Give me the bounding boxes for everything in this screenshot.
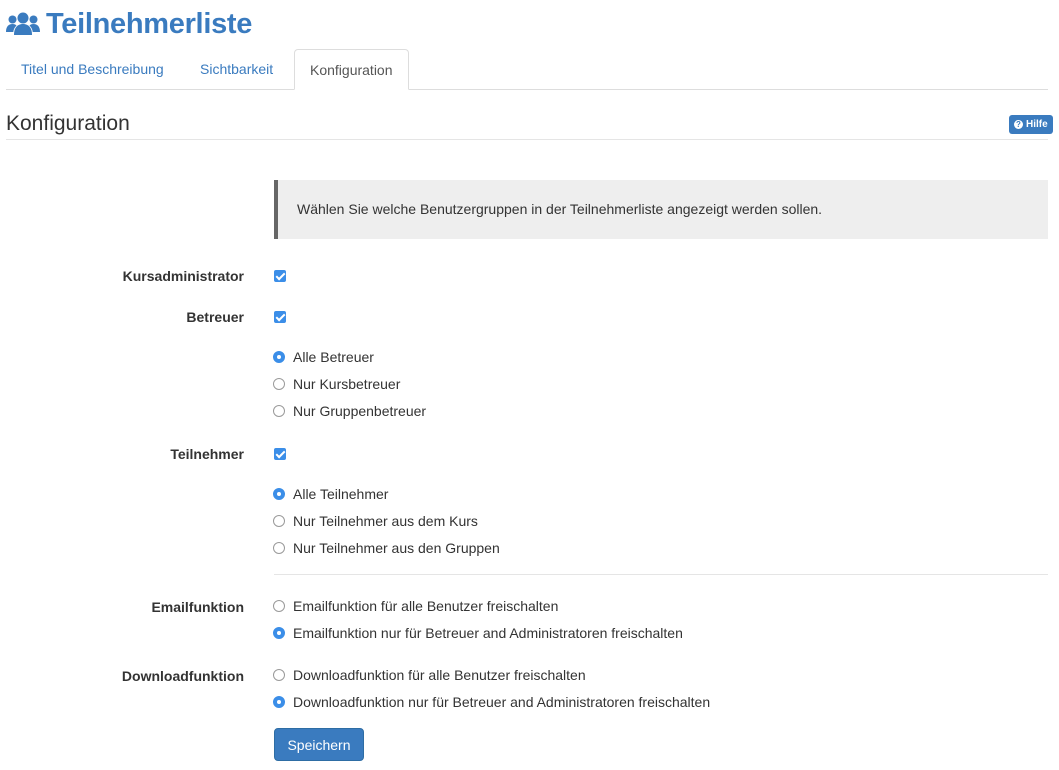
radio-button[interactable] xyxy=(273,405,285,417)
radio-label: Nur Teilnehmer aus dem Kurs xyxy=(293,513,478,529)
question-icon: ? xyxy=(1014,120,1023,129)
radio-label: Nur Gruppenbetreuer xyxy=(293,403,427,419)
radio-label: Alle Betreuer xyxy=(293,349,374,365)
kursadmin-checkbox[interactable] xyxy=(274,270,286,282)
radio-button[interactable] xyxy=(273,488,285,500)
help-label: Hilfe xyxy=(1026,119,1048,130)
users-icon xyxy=(6,12,40,35)
section-title: Konfiguration xyxy=(6,112,130,135)
teilnehmer-label: Teilnehmer xyxy=(170,446,244,462)
radio-label: Downloadfunktion für alle Benutzer freis… xyxy=(293,667,586,683)
radio-button[interactable] xyxy=(273,696,285,708)
radio-label: Nur Kursbetreuer xyxy=(293,376,401,392)
radio-alle-betreuer[interactable]: Alle Betreuer xyxy=(273,349,374,365)
form-divider xyxy=(274,574,1048,575)
tab-titel-und-beschreibung[interactable]: Titel und Beschreibung xyxy=(6,49,179,89)
radio-label: Emailfunktion für alle Benutzer freischa… xyxy=(293,598,559,614)
radio-nur-teilnehmer-kurs[interactable]: Nur Teilnehmer aus dem Kurs xyxy=(273,513,478,529)
tab-konfiguration[interactable]: Konfiguration xyxy=(294,49,409,90)
radio-nur-kursbetreuer[interactable]: Nur Kursbetreuer xyxy=(273,376,400,392)
radio-button[interactable] xyxy=(273,627,285,639)
teilnehmer-checkbox[interactable] xyxy=(274,448,286,460)
radio-button[interactable] xyxy=(273,669,285,681)
tab-bar: Titel und Beschreibung Sichtbarkeit Konf… xyxy=(6,49,1048,90)
radio-button[interactable] xyxy=(273,542,285,554)
radio-email-alle[interactable]: Emailfunktion für alle Benutzer freischa… xyxy=(273,598,558,614)
section-divider xyxy=(6,139,1048,140)
info-box: Wählen Sie welche Benutzergruppen in der… xyxy=(274,180,1048,239)
radio-label: Nur Teilnehmer aus den Gruppen xyxy=(293,540,500,556)
help-button[interactable]: ? Hilfe xyxy=(1009,115,1053,134)
radio-label: Emailfunktion nur für Betreuer and Admin… xyxy=(293,625,683,641)
radio-button[interactable] xyxy=(273,600,285,612)
tab-sichtbarkeit[interactable]: Sichtbarkeit xyxy=(185,49,288,89)
save-button[interactable]: Speichern xyxy=(274,728,364,761)
betreuer-label: Betreuer xyxy=(186,309,244,325)
page-title: Teilnehmerliste xyxy=(46,7,253,40)
radio-label: Alle Teilnehmer xyxy=(293,486,389,502)
emailfunktion-label: Emailfunktion xyxy=(151,599,244,615)
radio-button[interactable] xyxy=(273,515,285,527)
radio-button[interactable] xyxy=(273,351,285,363)
radio-download-betreuer-admins[interactable]: Downloadfunktion nur für Betreuer and Ad… xyxy=(273,694,710,710)
downloadfunktion-label: Downloadfunktion xyxy=(121,668,244,684)
radio-email-betreuer-admins[interactable]: Emailfunktion nur für Betreuer and Admin… xyxy=(273,625,683,641)
radio-label: Downloadfunktion nur für Betreuer and Ad… xyxy=(293,694,711,710)
radio-nur-teilnehmer-gruppen[interactable]: Nur Teilnehmer aus den Gruppen xyxy=(273,540,500,556)
radio-alle-teilnehmer[interactable]: Alle Teilnehmer xyxy=(273,486,388,502)
betreuer-checkbox[interactable] xyxy=(274,311,286,323)
kursadmin-label: Kursadministrator xyxy=(122,268,244,284)
radio-nur-gruppenbetreuer[interactable]: Nur Gruppenbetreuer xyxy=(273,403,426,419)
radio-button[interactable] xyxy=(273,378,285,390)
radio-download-alle[interactable]: Downloadfunktion für alle Benutzer freis… xyxy=(273,667,586,683)
page-header: Teilnehmerliste xyxy=(6,4,252,44)
